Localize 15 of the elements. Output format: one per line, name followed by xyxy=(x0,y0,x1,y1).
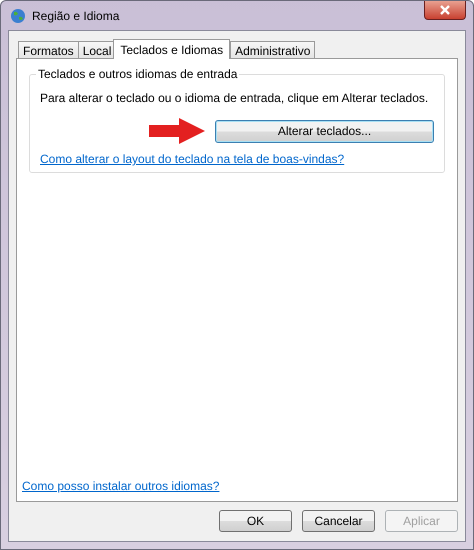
tab[interactable]: Administrativo xyxy=(230,41,316,58)
install-languages-link[interactable]: Como posso instalar outros idiomas? xyxy=(22,479,220,493)
close-icon xyxy=(439,5,451,15)
group-title: Teclados e outros idiomas de entrada xyxy=(36,67,240,81)
dialog-button[interactable]: Cancelar xyxy=(302,510,375,532)
close-button[interactable] xyxy=(424,1,466,20)
instruction-text: Para alterar o teclado ou o idioma de entrada, clique em Alterar teclados. xyxy=(40,91,430,105)
dialog-button[interactable]: OK xyxy=(219,510,292,532)
arrow-icon xyxy=(149,118,205,144)
tab[interactable]: Teclados e Idiomas xyxy=(113,39,230,59)
tab[interactable]: Formatos xyxy=(18,41,79,58)
layout-help-link[interactable]: Como alterar o layout do teclado na tela de boas-vindas? xyxy=(40,152,344,166)
change-keyboards-button[interactable]: Alterar teclados... xyxy=(215,120,434,142)
window-title: Região e Idioma xyxy=(32,8,120,22)
globe-icon xyxy=(10,8,26,24)
